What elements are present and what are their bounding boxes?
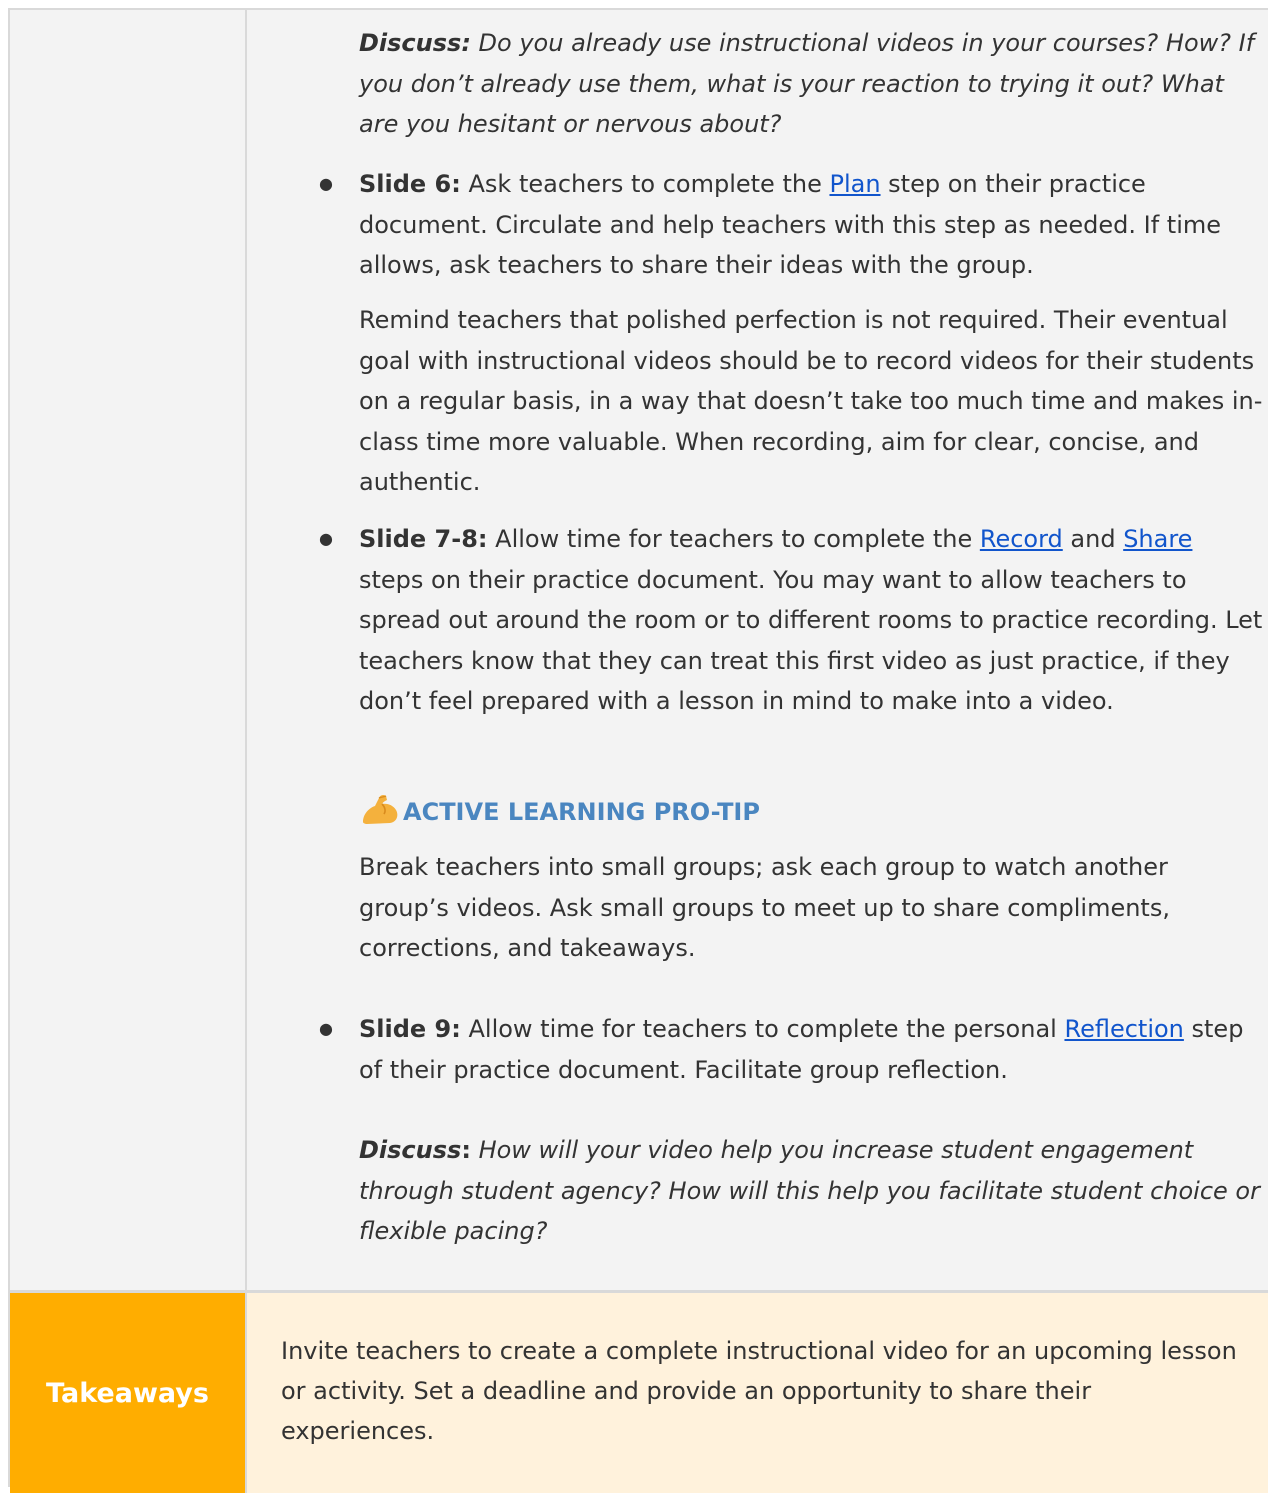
takeaways-label: Takeaways (46, 1378, 209, 1409)
slide-7-8-label: Slide 7-8: (359, 525, 488, 553)
takeaways-label-cell: Takeaways (10, 1293, 247, 1493)
lesson-table: Discuss: Do you already use instructiona… (8, 8, 1268, 1493)
flexed-biceps-icon (363, 794, 398, 824)
activity-row: Discuss: Do you already use instructiona… (10, 10, 1268, 1290)
takeaways-text: Invite teachers to create a complete ins… (281, 1337, 1237, 1445)
slide-7-8-text-mid: and (1062, 525, 1124, 553)
pro-tip-heading: ACTIVE LEARNING PRO-TIP (359, 792, 1259, 832)
slide-9-label: Slide 9: (359, 1015, 461, 1043)
bullet-icon: ● (319, 1019, 333, 1038)
slide-7-8-text-before: Allow time for teachers to complete the (487, 525, 980, 553)
discuss-label-2: Discuss (359, 1136, 462, 1164)
slide-9-text-before: Allow time for teachers to complete the … (460, 1015, 1065, 1043)
discuss-question-2: How will your video help you increase st… (359, 1136, 1260, 1245)
record-link[interactable]: Record (980, 525, 1063, 553)
slide-7-8-text-after: steps on their practice document. You ma… (359, 565, 1263, 716)
plan-link[interactable]: Plan (829, 170, 880, 198)
discuss-paragraph: Discuss: Do you already use instructiona… (359, 23, 1264, 145)
slide-6-bullet: ● Slide 6: Ask teachers to complete the … (319, 164, 1264, 286)
bullet-icon: ● (319, 174, 333, 193)
takeaways-row: Takeaways Invite teachers to create a co… (10, 1293, 1268, 1493)
slide-6-label: Slide 6: (359, 170, 461, 198)
discuss-colon: : (461, 1136, 471, 1164)
pro-tip-title: ACTIVE LEARNING PRO-TIP (403, 798, 760, 826)
slide-7-8-bullet: ● Slide 7-8: Allow time for teachers to … (319, 519, 1264, 722)
activity-content-cell: Discuss: Do you already use instructiona… (10, 10, 1268, 1290)
reflection-link[interactable]: Reflection (1064, 1015, 1183, 1043)
remind-paragraph: Remind teachers that polished perfection… (359, 306, 1263, 496)
pro-tip-text: Break teachers into small groups; ask ea… (359, 853, 1170, 962)
share-link[interactable]: Share (1123, 525, 1192, 553)
discuss-paragraph-2: Discuss: How will your video help you in… (359, 1130, 1264, 1252)
bullet-icon: ● (319, 529, 333, 548)
slide-6-text-before: Ask teachers to complete the (460, 170, 830, 198)
discuss-label: Discuss: (359, 29, 471, 57)
slide-9-bullet: ● Slide 9: Allow time for teachers to co… (319, 1009, 1264, 1090)
discuss-question: Do you already use instructional videos … (359, 29, 1255, 138)
